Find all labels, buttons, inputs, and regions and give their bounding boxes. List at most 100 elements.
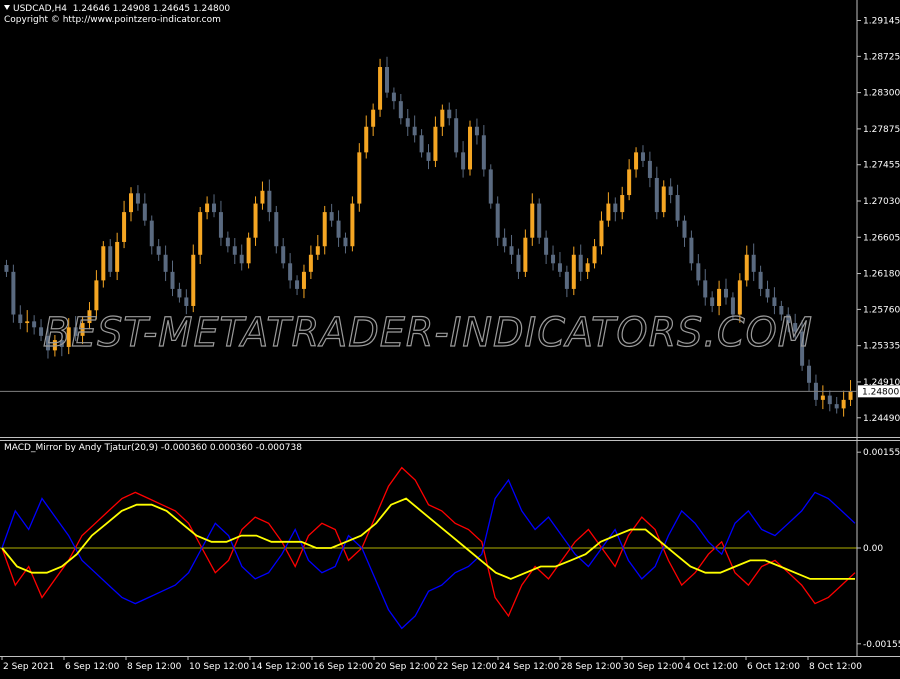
time-tick-label: 6 Oct 12:00: [747, 662, 800, 672]
candle-body: [634, 152, 639, 170]
candle-body: [551, 254, 556, 264]
candle-body: [758, 271, 763, 289]
candle-body: [564, 271, 569, 289]
candle-body: [218, 212, 223, 238]
candle-body: [378, 67, 383, 110]
candle-body: [198, 212, 203, 255]
price-tick-label: 1.27455: [863, 161, 900, 171]
time-tick-label: 2 Sep 2021: [3, 662, 54, 672]
candle-body: [744, 254, 749, 281]
candle-body: [557, 263, 562, 272]
candle-body: [661, 186, 666, 213]
candle-body: [128, 193, 133, 213]
candle-body: [530, 203, 535, 238]
time-tick-label: 8 Sep 12:00: [127, 662, 182, 672]
candle-body: [627, 169, 632, 196]
candle-body: [135, 193, 140, 204]
candle-body: [301, 271, 306, 289]
price-tick-label: 1.25760: [863, 305, 900, 315]
candle-body: [647, 160, 652, 178]
candle-body: [724, 288, 729, 298]
indicator-tick-label: 0.00155: [863, 448, 900, 458]
symbol-header: USDCAD,H4 1.24646 1.24908 1.24645 1.2480…: [4, 4, 230, 15]
candle-body: [578, 254, 583, 272]
candle-body: [232, 246, 237, 255]
chart-canvas[interactable]: 1.29145 1.28725 1.28300 1.27875 1.27455 1.270…: [0, 0, 900, 675]
candle-body: [640, 152, 645, 161]
candle-body: [101, 246, 106, 281]
candle-body: [454, 118, 459, 153]
copyright-text: Copyright © http://www.pointzero-indicat…: [4, 15, 221, 25]
price-tick-label: 1.26605: [863, 233, 900, 243]
candle-body: [834, 404, 839, 409]
candle-body: [703, 280, 708, 298]
candle-body: [253, 203, 258, 238]
axes-group: 1.29145 1.28725 1.28300 1.27875 1.27455 1.270…: [0, 0, 900, 672]
candle-body: [606, 203, 611, 221]
candle-body: [516, 254, 521, 272]
candle-body: [433, 126, 438, 161]
candle-body: [288, 263, 293, 281]
candle-body: [620, 195, 625, 213]
candle-body: [177, 288, 182, 298]
candle-body: [115, 241, 120, 272]
candle-body: [329, 212, 334, 221]
candle-body: [18, 314, 23, 324]
candle-body: [295, 280, 300, 289]
candle-body: [156, 246, 161, 255]
candle-body: [274, 212, 279, 247]
symbol-label: USDCAD,H4: [13, 4, 67, 14]
candle-body: [398, 101, 403, 119]
candle-body: [350, 203, 355, 247]
candle-body: [281, 246, 286, 264]
indicator-group: [0, 466, 857, 630]
candle-body: [108, 246, 113, 272]
time-tick-label: 24 Sep 12:00: [499, 662, 559, 672]
candle-body: [391, 92, 396, 102]
candle-body: [717, 288, 722, 306]
candle-body: [364, 126, 369, 153]
time-tick-label: 30 Sep 12:00: [623, 662, 683, 672]
candle-body: [205, 203, 210, 213]
ohlc-values: 1.24646 1.24908 1.24645 1.24800: [72, 4, 231, 14]
candle-body: [481, 135, 486, 170]
candle-body: [405, 118, 410, 127]
candle-body: [11, 271, 16, 315]
dropdown-arrow-icon[interactable]: [4, 5, 10, 10]
candle-body: [502, 237, 507, 247]
candle-body: [820, 395, 825, 400]
candle-body: [308, 254, 313, 272]
candle-body: [585, 263, 590, 272]
candle-body: [4, 265, 9, 272]
candle-body: [461, 152, 466, 170]
candle-body: [239, 254, 244, 264]
candle-body: [675, 195, 680, 221]
time-tick-label: 16 Sep 12:00: [313, 662, 373, 672]
candle-body: [336, 220, 341, 238]
chart-window[interactable]: 1.29145 1.28725 1.28300 1.27875 1.27455 1.270…: [0, 0, 900, 675]
candle-body: [772, 297, 777, 306]
candle-body: [225, 237, 230, 247]
candle-body: [315, 246, 320, 255]
candle-body: [468, 126, 473, 170]
price-tick-label: 1.28300: [863, 89, 900, 99]
candle-body: [440, 109, 445, 127]
candle-body: [592, 246, 597, 264]
candle-body: [246, 237, 251, 264]
time-tick-label: 20 Sep 12:00: [375, 662, 435, 672]
candle-body: [322, 212, 327, 247]
candle-body: [599, 220, 604, 247]
candle-body: [426, 152, 431, 161]
macd-yellow-line: [1, 497, 855, 580]
candle-body: [751, 254, 756, 272]
candle-body: [384, 67, 389, 93]
candle-body: [419, 135, 424, 153]
candle-body: [343, 237, 348, 247]
candle-body: [696, 263, 701, 281]
candle-body: [544, 237, 549, 255]
time-tick-label: 6 Sep 12:00: [65, 662, 120, 672]
candle-body: [689, 237, 694, 264]
candle-body: [488, 169, 493, 204]
candle-body: [260, 190, 265, 204]
candle-body: [765, 288, 770, 298]
